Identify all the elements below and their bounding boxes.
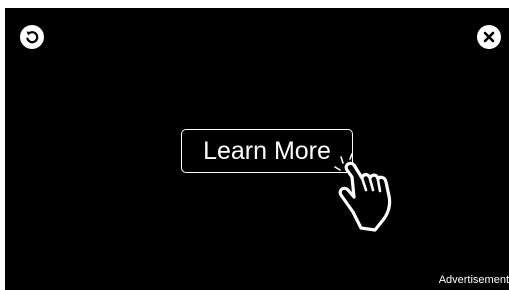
ad-container: Learn More Advertisement [5, 8, 509, 290]
replay-button[interactable] [20, 25, 44, 49]
learn-more-button[interactable]: Learn More [181, 129, 353, 173]
advertisement-label: Advertisement [438, 274, 509, 286]
pointing-hand-icon [331, 152, 411, 240]
close-button[interactable] [477, 25, 501, 49]
close-icon [482, 30, 496, 44]
replay-icon [24, 29, 40, 45]
